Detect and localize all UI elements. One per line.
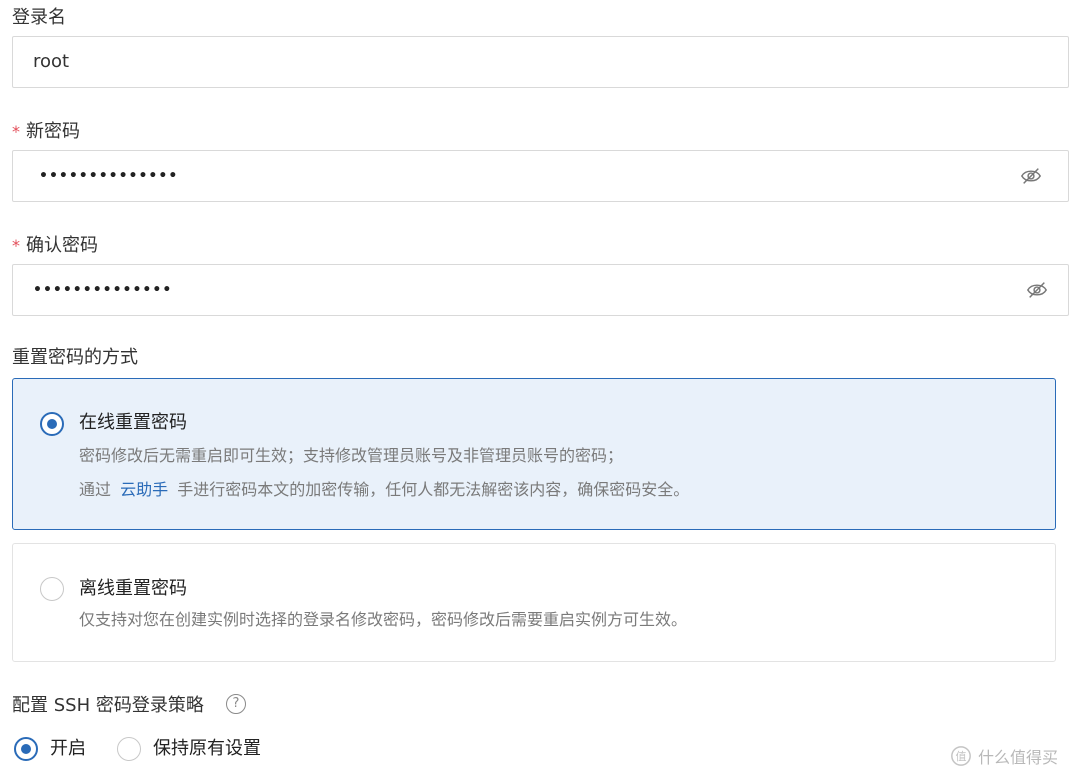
offline-reset-desc: 仅支持对您在创建实例时选择的登录名修改密码，密码修改后需要重启实例方可生效。 xyxy=(79,610,688,629)
online-reset-desc-line1: 密码修改后无需重启即可生效；支持修改管理员账号及非管理员账号的密码； xyxy=(79,446,624,465)
ssh-enable-radio[interactable] xyxy=(14,737,38,761)
login-name-value: root xyxy=(33,51,70,72)
online-reset-radio[interactable] xyxy=(40,412,64,436)
confirm-password-label: * 确认密码 xyxy=(12,234,98,258)
online-reset-option[interactable]: 在线重置密码 密码修改后无需重启即可生效；支持修改管理员账号及非管理员账号的密码… xyxy=(12,378,1056,530)
hide-password-icon[interactable] xyxy=(1020,165,1042,187)
svg-text:值: 值 xyxy=(955,750,966,763)
hide-password-icon[interactable] xyxy=(1026,279,1048,301)
ssh-keep-option[interactable]: 保持原有设置 xyxy=(117,736,261,762)
online-reset-desc-prefix: 通过 xyxy=(79,480,112,499)
cloud-assistant-link[interactable]: 云助手 xyxy=(120,480,168,499)
login-name-input[interactable]: root xyxy=(12,36,1069,88)
new-password-input[interactable]: •••••••••••••• xyxy=(12,150,1069,202)
ssh-keep-label: 保持原有设置 xyxy=(153,738,261,759)
ssh-enable-option[interactable]: 开启 xyxy=(14,736,86,762)
new-password-label: * 新密码 xyxy=(12,120,80,144)
confirm-password-label-text: 确认密码 xyxy=(26,235,98,256)
ssh-enable-label: 开启 xyxy=(50,738,86,759)
watermark-text: 什么值得买 xyxy=(977,748,1058,767)
online-reset-desc-line2: 通过 云助手 手进行密码本文的加密传输，任何人都无法解密该内容，确保密码安全。 xyxy=(79,479,689,501)
new-password-masked-value: •••••••••••••• xyxy=(39,168,179,184)
new-password-label-text: 新密码 xyxy=(26,121,80,142)
offline-reset-option[interactable]: 离线重置密码 仅支持对您在创建实例时选择的登录名修改密码，密码修改后需要重启实例… xyxy=(12,543,1056,662)
smzdm-logo-icon: 值 xyxy=(951,746,971,766)
help-icon[interactable]: ? xyxy=(226,694,246,714)
confirm-password-input[interactable]: •••••••••••••• xyxy=(12,264,1069,316)
required-mark: * xyxy=(12,122,20,141)
online-reset-title: 在线重置密码 xyxy=(79,412,187,433)
login-name-label: 登录名 xyxy=(12,7,66,28)
online-reset-desc-suffix: 手进行密码本文的加密传输，任何人都无法解密该内容，确保密码安全。 xyxy=(177,480,690,499)
ssh-keep-radio[interactable] xyxy=(117,737,141,761)
reset-method-label: 重置密码的方式 xyxy=(12,347,138,368)
offline-reset-title: 离线重置密码 xyxy=(79,578,187,599)
ssh-policy-label: 配置 SSH 密码登录策略 xyxy=(12,695,204,716)
required-mark: * xyxy=(12,236,20,255)
watermark: 值 什么值得买 xyxy=(950,744,1058,768)
offline-reset-radio[interactable] xyxy=(40,577,64,601)
confirm-password-masked-value: •••••••••••••• xyxy=(33,282,173,298)
